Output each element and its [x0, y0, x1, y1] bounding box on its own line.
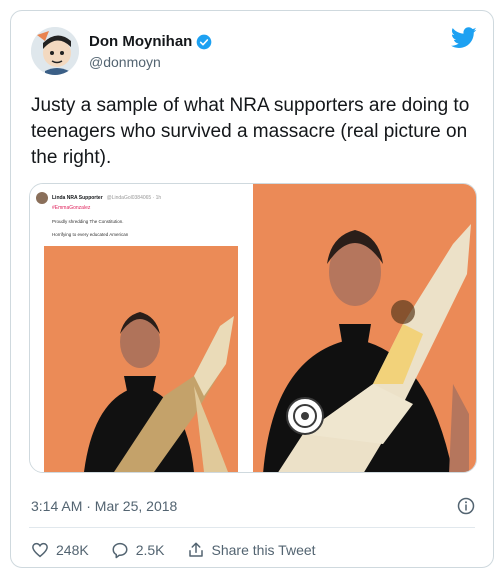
embedded-text-line-1: Proudly shredding The Constitution. — [52, 219, 124, 224]
tweet-actions: 248K 2.5K Share this Tweet — [31, 541, 338, 559]
embedded-reply-to: #EmmaGonzalez — [52, 205, 91, 211]
embedded-tweet-header: Linda NRA Supporter @LindaGol0384065 · 1… — [36, 192, 246, 204]
author-name-row[interactable]: Don Moynihan — [89, 33, 212, 50]
reply-icon — [112, 542, 128, 559]
media-left-screenshot[interactable]: Linda NRA Supporter @LindaGol0384065 · 1… — [30, 184, 251, 472]
tweet-card: Don Moynihan @donmoyn Justy a sample of … — [10, 10, 494, 568]
like-button[interactable]: 248K — [31, 541, 89, 559]
author-handle[interactable]: @donmoyn — [89, 54, 161, 70]
real-photo — [253, 184, 476, 472]
avatar-illustration — [31, 27, 79, 75]
embedded-tweet: Linda NRA Supporter @LindaGol0384065 · 1… — [36, 192, 246, 237]
reply-button[interactable]: 2.5K — [111, 541, 165, 559]
twitter-bird-icon[interactable] — [451, 27, 477, 49]
verified-badge-icon — [196, 34, 212, 49]
tweet-timestamp[interactable]: 3:14 AM · Mar 25, 2018 — [31, 498, 177, 514]
share-label: Share this Tweet — [211, 542, 316, 558]
embedded-avatar — [36, 192, 48, 204]
heart-icon — [32, 542, 48, 558]
author-name[interactable]: Don Moynihan — [89, 33, 192, 50]
embedded-author-name: Linda NRA Supporter — [52, 195, 103, 201]
share-button[interactable]: Share this Tweet — [187, 541, 316, 559]
embedded-photo — [44, 246, 238, 472]
media-right-photo[interactable] — [253, 184, 476, 472]
divider — [29, 527, 475, 528]
info-icon[interactable] — [457, 497, 475, 515]
tweet-text: Justy a sample of what NRA supporters ar… — [31, 95, 470, 168]
like-count: 248K — [56, 542, 89, 558]
embedded-author-handle: @LindaGol0384065 · 1h — [106, 195, 162, 201]
avatar[interactable] — [31, 27, 79, 75]
share-icon — [188, 542, 203, 557]
embedded-text-line-2: Horrifying to every educated American — [52, 232, 129, 237]
tweet-media[interactable]: Linda NRA Supporter @LindaGol0384065 · 1… — [29, 183, 477, 473]
reply-count: 2.5K — [135, 542, 165, 558]
